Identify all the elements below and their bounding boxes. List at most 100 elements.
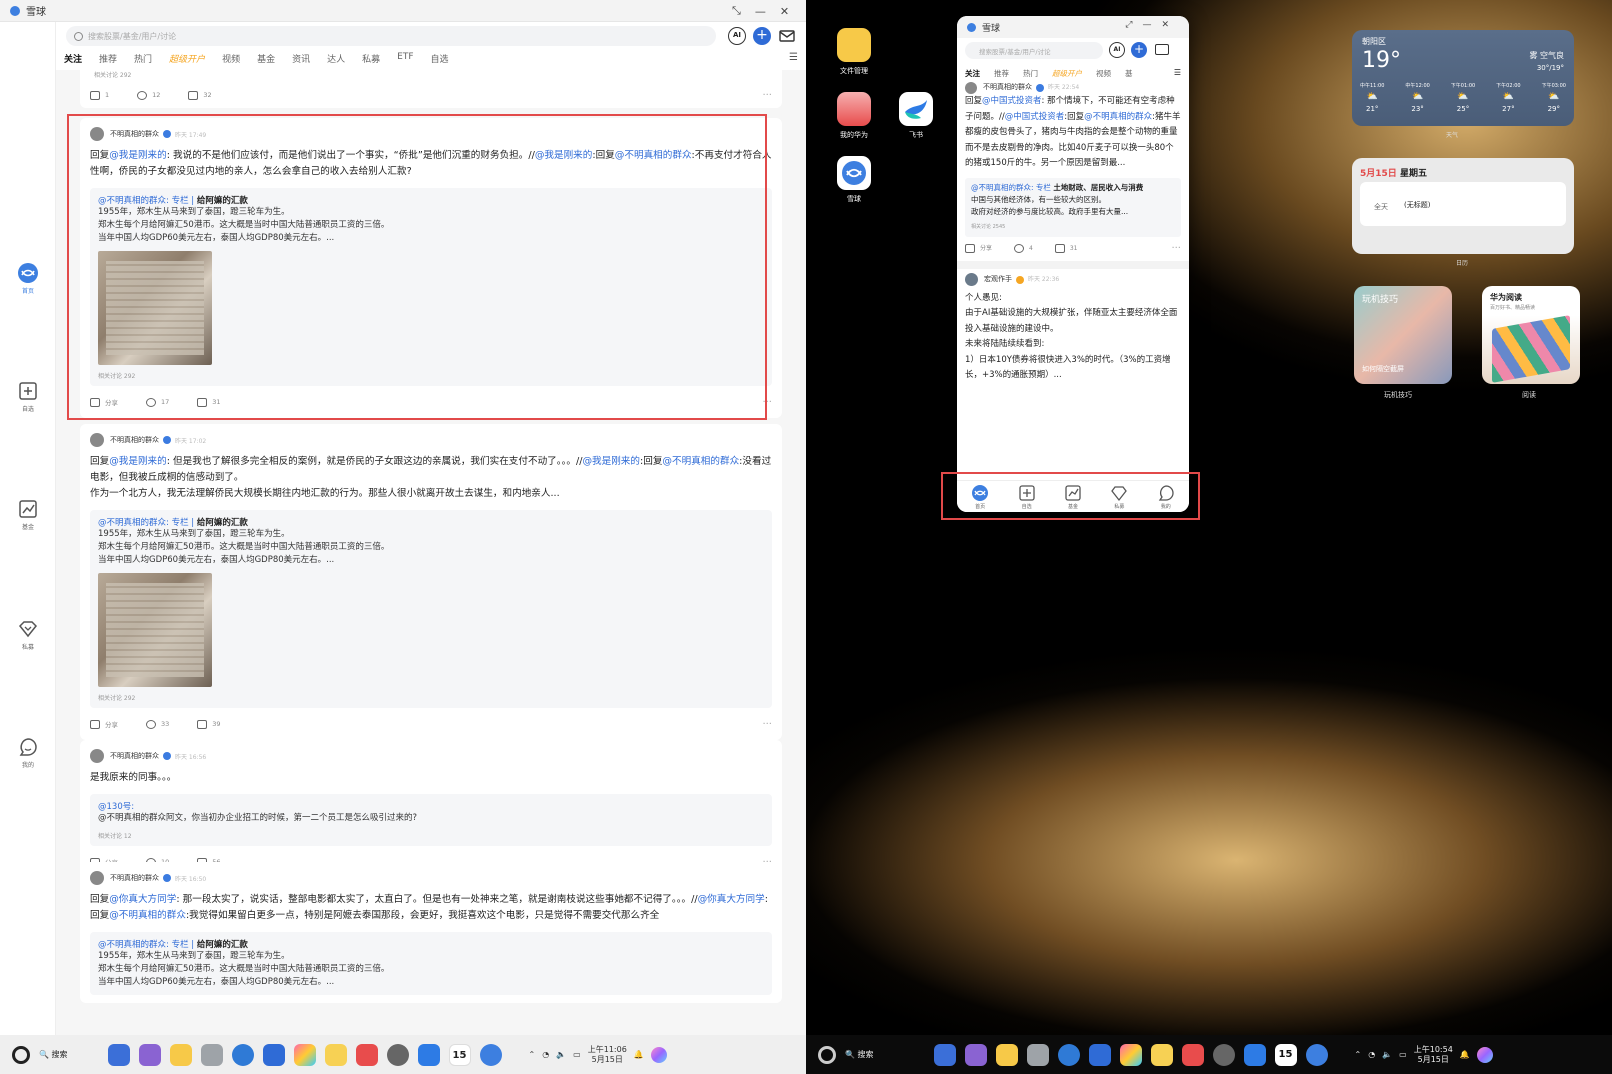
desktop-icon-files[interactable]: 文件管理 [830, 28, 878, 76]
tab-8[interactable]: 私募 [362, 52, 380, 65]
mail-icon[interactable] [778, 27, 796, 45]
mention-link[interactable]: @不明真相的群众 [1084, 112, 1152, 122]
nav-item-me[interactable]: 我的 [10, 736, 46, 769]
gallery-icon[interactable] [293, 1043, 316, 1066]
tab-0[interactable]: 关注 [64, 52, 82, 65]
bell-icon[interactable]: 🔔 [634, 1050, 644, 1059]
multitask-icon[interactable] [138, 1043, 161, 1066]
float-tab-5[interactable]: 基 [1125, 68, 1133, 79]
float-nav-item-3[interactable]: 私募 [1110, 484, 1128, 510]
letter-photo[interactable] [98, 573, 212, 687]
float-mail-icon[interactable] [1155, 44, 1169, 55]
feed-card[interactable]: 不明真相的群众 昨天 17:02 回复@我是刚来的: 但是我也了解很多完全相反的案例… [80, 424, 782, 740]
quoted-post[interactable]: @不明真相的群众: 专栏 土地财政、居民收入与消费 中国与其他经济体，有一些较大… [965, 177, 1181, 237]
app-grid-icon[interactable] [933, 1043, 956, 1066]
float-tab-1[interactable]: 推荐 [994, 68, 1009, 79]
mention-link[interactable]: @不明真相的群众 [109, 910, 186, 921]
feishu-icon[interactable] [417, 1043, 440, 1066]
quote-author[interactable]: @不明真相的群众: [98, 518, 169, 528]
float-ai-button[interactable]: AI [1109, 42, 1125, 58]
avatar[interactable] [90, 871, 104, 885]
avatar[interactable] [90, 749, 104, 763]
assistant-icon[interactable] [1476, 1046, 1493, 1063]
username[interactable]: 不明真相的群众 [110, 435, 159, 445]
tab-9[interactable]: ETF [397, 52, 413, 65]
bell-icon[interactable]: 🔔 [1460, 1050, 1470, 1059]
quoted-post[interactable]: @不明真相的群众: 专栏 | 给阿嫲的汇款 1955年，郑木生从马来到了泰国，蹬三… [90, 932, 772, 995]
weather-widget[interactable]: 朝阳区 19° 雾 空气良 30°/19° 中午11:00 ⛅ 21° 中午12:00… [1352, 30, 1574, 126]
tab-3[interactable]: 超级开户 [169, 52, 205, 65]
mention-link[interactable]: @中国式投资者 [1005, 112, 1065, 122]
settings-icon[interactable] [1212, 1043, 1235, 1066]
float-window-controls[interactable]: ⤢—✕ [1125, 20, 1179, 30]
mention-link[interactable]: @中国式投资者 [982, 96, 1042, 106]
share-button[interactable]: 分享 [90, 719, 118, 729]
more-icon[interactable]: ··· [762, 397, 772, 408]
quoted-post[interactable]: @130号: @不明真相的群众阿文，你当初办企业招工的时候，第一二个员工是怎么吸引… [90, 794, 772, 846]
chevron-up-icon[interactable]: ⌃ [1355, 1050, 1362, 1059]
username[interactable]: 不明真相的群众 [110, 129, 159, 139]
feed-card[interactable]: 不明真相的群众 昨天 16:50 回复@你真大方同学: 那一段太实了，说实话，整部电… [80, 862, 782, 1003]
avatar[interactable] [965, 82, 977, 94]
browser-icon[interactable] [231, 1043, 254, 1066]
float-menu-icon[interactable]: ☰ [1174, 68, 1181, 77]
float-tab-4[interactable]: 视频 [1096, 68, 1111, 79]
float-add-button[interactable]: + [1131, 42, 1147, 58]
gallery-icon[interactable] [1119, 1043, 1142, 1066]
tab-6[interactable]: 资讯 [292, 52, 310, 65]
username[interactable]: 不明真相的群众 [110, 873, 159, 883]
ai-button[interactable]: AI [728, 27, 746, 45]
xueqiu-app-icon[interactable] [1305, 1043, 1328, 1066]
tips-widget[interactable]: 玩机技巧 如何隔空截屏 [1354, 286, 1452, 384]
tab-2[interactable]: 热门 [134, 52, 152, 65]
float-tab-2[interactable]: 热门 [1023, 68, 1038, 79]
taskbar-search[interactable]: 🔍 搜索 [39, 1049, 68, 1060]
more-icon[interactable]: ··· [762, 719, 772, 730]
nav-item-watchlist[interactable]: 自选 [10, 380, 46, 413]
start-icon[interactable] [12, 1045, 30, 1064]
appgallery-icon[interactable] [355, 1043, 378, 1066]
tab-4[interactable]: 视频 [222, 52, 240, 65]
avatar[interactable] [90, 433, 104, 447]
comment-button[interactable]: 4 [1014, 241, 1033, 257]
app-grid-icon[interactable] [107, 1043, 130, 1066]
trash-icon[interactable] [200, 1043, 223, 1066]
nav-item-home[interactable]: 首页 [10, 262, 46, 295]
desktop-icon-feishu[interactable]: 飞书 [892, 92, 940, 140]
mention-link[interactable]: @我是刚来的 [535, 150, 593, 161]
tab-10[interactable]: 自选 [431, 52, 449, 65]
like-button[interactable]: 31 [197, 397, 221, 407]
taskbar-search[interactable]: 🔍 搜索 [845, 1049, 874, 1060]
float-nav-item-0[interactable]: 首页 [971, 484, 989, 510]
float-search-input[interactable]: 搜索股票/基金/用户/讨论 [965, 42, 1103, 59]
tab-5[interactable]: 基金 [257, 52, 275, 65]
float-nav-item-4[interactable]: 我的 [1157, 484, 1175, 510]
float-tab-3[interactable]: 超级开户 [1052, 68, 1082, 79]
like-button[interactable]: 39 [197, 719, 221, 729]
like-button[interactable]: 32 [188, 90, 212, 100]
more-icon[interactable]: ··· [762, 90, 772, 101]
settings-icon[interactable] [386, 1043, 409, 1066]
notes-icon[interactable] [995, 1043, 1018, 1066]
comment-button[interactable]: 17 [146, 397, 169, 407]
feishu-icon[interactable] [1243, 1043, 1266, 1066]
multitask-icon[interactable] [964, 1043, 987, 1066]
wifi-icon[interactable]: ◔ [542, 1050, 549, 1059]
share-button[interactable]: 分享 [965, 241, 992, 257]
calendar-widget[interactable]: 5月15日 星期五 全天 (无标题) [1352, 158, 1574, 254]
feed-card[interactable]: 不明真相的群众 昨天 17:49 回复@我是刚来的: 我说的不是他们应该付，而是他们… [80, 118, 782, 418]
quote-author[interactable]: @不明真相的群众: [98, 940, 169, 950]
nav-item-private[interactable]: 私募 [10, 618, 46, 651]
quote-author[interactable]: @不明真相的群众: [98, 196, 169, 206]
comment-button[interactable]: 33 [146, 719, 169, 729]
avatar[interactable] [965, 273, 978, 286]
mention-link[interactable]: @不明真相的群众 [615, 150, 692, 161]
start-icon[interactable] [818, 1045, 836, 1064]
mention-link[interactable]: @我是刚来的 [582, 456, 640, 467]
memo-icon[interactable] [324, 1043, 347, 1066]
like-button[interactable]: 31 [1054, 241, 1077, 257]
menu-icon[interactable]: ☰ [789, 52, 798, 63]
comment-button[interactable]: 12 [137, 90, 160, 100]
more-icon[interactable]: ··· [1171, 241, 1181, 257]
volume-icon[interactable]: 🔈 [556, 1050, 566, 1059]
